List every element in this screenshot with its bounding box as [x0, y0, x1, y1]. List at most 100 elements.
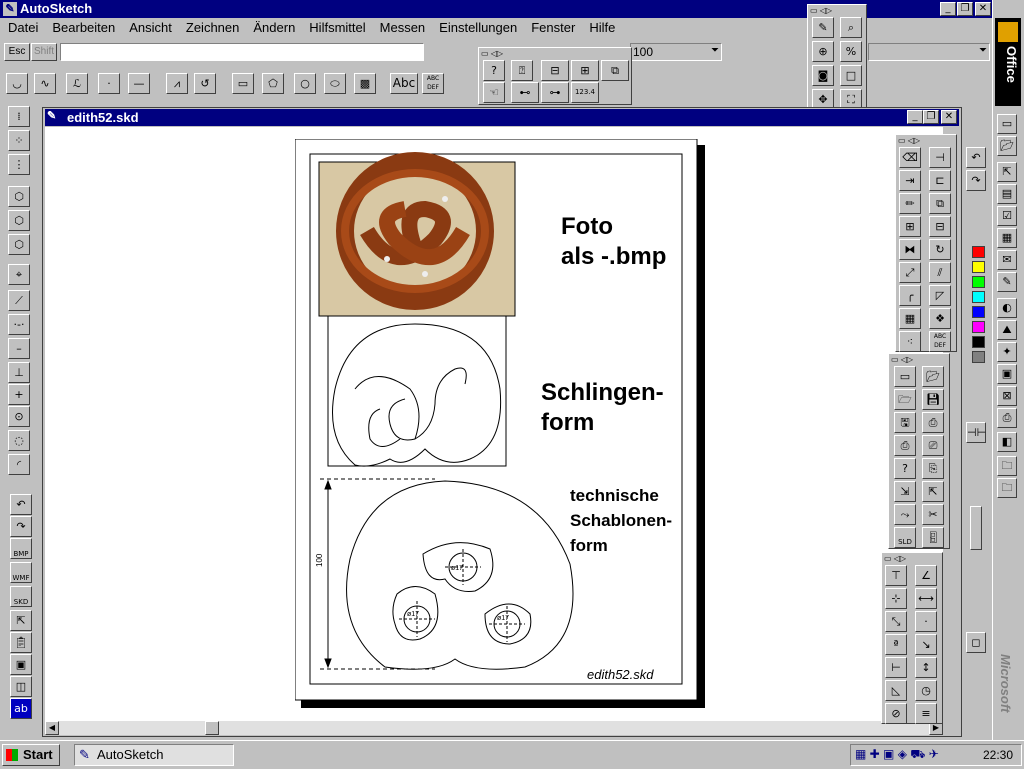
snap-mid-icon[interactable]: ·-·: [8, 314, 30, 335]
color-magenta-swatch[interactable]: [972, 321, 985, 333]
shift-button[interactable]: Shift: [31, 43, 57, 61]
zoom-in-icon[interactable]: ⊕: [812, 41, 834, 62]
text-tool-icon[interactable]: Abc: [390, 73, 418, 94]
dim-m-icon[interactable]: ⊘: [885, 703, 907, 724]
page-icon[interactable]: □: [840, 65, 862, 86]
split-icon[interactable]: ⊣⊢: [966, 422, 986, 443]
menu-bearbeiten[interactable]: Bearbeiten: [52, 18, 115, 38]
measure-a-icon[interactable]: ⊷: [511, 82, 539, 103]
dim-g-icon[interactable]: ª: [885, 634, 907, 655]
doc-close-button[interactable]: ✕: [941, 110, 957, 124]
zoom-toolbar-grip[interactable]: ▭ ◁▷: [810, 6, 864, 15]
view-icon[interactable]: ◙: [812, 65, 834, 86]
menu-messen[interactable]: Messen: [380, 18, 426, 38]
ortho-icon[interactable]: ⋮: [8, 154, 30, 175]
dim-i-icon[interactable]: ⊢: [885, 657, 907, 678]
snap-end-icon[interactable]: –: [8, 338, 30, 359]
break-icon[interactable]: ⊣: [929, 147, 951, 168]
point-tool-icon[interactable]: ·: [98, 73, 120, 94]
tray-icons[interactable]: ▦ ✚ ▣ ◈ ⛟ ✈: [855, 747, 939, 763]
print-icon[interactable]: ⎙: [894, 435, 916, 456]
dim-l-icon[interactable]: ◷: [915, 680, 937, 701]
color-blue-swatch[interactable]: [972, 306, 985, 318]
office-btn-10-icon[interactable]: ⛰: [997, 320, 1017, 340]
zoom-field[interactable]: 100 ⏷: [630, 43, 722, 61]
number-icon[interactable]: 123.4: [571, 82, 599, 103]
color-red-swatch[interactable]: [972, 246, 985, 258]
horizontal-scrollbar[interactable]: ◀ ▶: [45, 721, 943, 735]
pan-pencil-icon[interactable]: ✎: [812, 17, 834, 38]
dimension-palette-grip[interactable]: ▭ ◁▷: [884, 554, 940, 563]
textblock-tool-icon[interactable]: ABC DEF: [422, 73, 444, 94]
office-btn-12-icon[interactable]: ▣: [997, 364, 1017, 384]
folder-move-icon[interactable]: ⤳: [894, 504, 916, 525]
rectangle-tool-icon[interactable]: ▭: [232, 73, 254, 94]
grid-icon[interactable]: ⁞: [8, 106, 30, 127]
move-icon[interactable]: ✏: [899, 193, 921, 214]
save-as-icon[interactable]: 🖫︎: [894, 412, 916, 433]
new-file-icon[interactable]: ▭: [894, 366, 916, 387]
hand-icon[interactable]: ☜: [483, 82, 505, 103]
polygon-tool-icon[interactable]: ⬠: [262, 73, 284, 94]
info-icon[interactable]: ?: [894, 458, 916, 479]
office-btn-9-icon[interactable]: ◐: [997, 298, 1017, 318]
cube-c-icon[interactable]: ⬡: [8, 234, 30, 255]
taskbar-task-autosketch[interactable]: ✎ AutoSketch: [74, 744, 234, 766]
doc-restore-button[interactable]: ❐: [923, 110, 939, 124]
export-icon[interactable]: ⇱: [922, 481, 944, 502]
clipboard-icon[interactable]: 📋︎: [10, 632, 32, 653]
right-redo-icon[interactable]: ↷: [966, 170, 986, 191]
menu-hilfsmittel[interactable]: Hilfsmittel: [309, 18, 365, 38]
office-btn-13-icon[interactable]: ⊠: [997, 386, 1017, 406]
scroll-thumb[interactable]: [205, 721, 219, 735]
color-green-swatch[interactable]: [972, 276, 985, 288]
office-btn-8-icon[interactable]: ✎: [997, 272, 1017, 292]
drawing-canvas[interactable]: 100 ø17 ø17 ø17 Foto als -.bmp Schlingen…: [45, 127, 943, 721]
text-edit-icon[interactable]: ABC DEF: [929, 331, 951, 352]
ellipse-tool-icon[interactable]: ⬭: [324, 73, 346, 94]
snap-intersect-icon[interactable]: +: [8, 384, 30, 405]
layer-field[interactable]: ⏷: [868, 43, 990, 61]
scale-icon[interactable]: ⤢: [899, 262, 921, 283]
esc-button[interactable]: Esc: [4, 43, 30, 61]
copy-icon[interactable]: ⧉: [929, 193, 951, 214]
trim-icon[interactable]: ⊏: [929, 170, 951, 191]
app-icon[interactable]: ✎: [3, 2, 17, 16]
print-setup-icon[interactable]: ⎙: [922, 412, 944, 433]
array-icon[interactable]: ⊞: [899, 216, 921, 237]
context-help-icon[interactable]: ⍰: [511, 60, 533, 81]
help-icon[interactable]: ?: [483, 60, 505, 81]
open-folder-icon[interactable]: 🗁︎: [894, 389, 916, 410]
office-btn-5-icon[interactable]: ☑: [997, 206, 1017, 226]
dim-e-icon[interactable]: ⤡: [885, 611, 907, 632]
extend-icon[interactable]: ⇥: [899, 170, 921, 191]
right-aux-icon[interactable]: ◻: [966, 632, 986, 653]
circle-tool-icon[interactable]: ○: [294, 73, 316, 94]
office-btn-6-icon[interactable]: ▦: [997, 228, 1017, 248]
print-preview-icon[interactable]: ⎘: [922, 458, 944, 479]
menu-fenster[interactable]: Fenster: [531, 18, 575, 38]
save-icon[interactable]: 💾︎: [922, 389, 944, 410]
plot-icon[interactable]: ⎚: [922, 435, 944, 456]
object-b-icon[interactable]: ◫: [10, 676, 32, 697]
cube-a-icon[interactable]: ⬡: [8, 186, 30, 207]
pattern-icon[interactable]: ▦: [899, 308, 921, 329]
menu-datei[interactable]: Datei: [8, 18, 38, 38]
menu-zeichnen[interactable]: Zeichnen: [186, 18, 239, 38]
chamfer-icon[interactable]: ◸: [929, 285, 951, 306]
hatch-tool-icon[interactable]: ▩: [354, 73, 376, 94]
office-btn-14-icon[interactable]: ⎙: [997, 408, 1017, 428]
color-gray-swatch[interactable]: [972, 351, 985, 363]
polyline-tool-icon[interactable]: ⩘: [166, 73, 188, 94]
office-logo-icon[interactable]: [998, 22, 1018, 42]
right-slider-thumb[interactable]: [970, 506, 982, 550]
snap-tangent-icon[interactable]: ◜: [8, 454, 30, 475]
menu-einstellungen[interactable]: Einstellungen: [439, 18, 517, 38]
dim-c-icon[interactable]: ⊹: [885, 588, 907, 609]
paste-link-icon[interactable]: ⇱: [10, 610, 32, 631]
zoom-dropdown-icon[interactable]: ⏷: [711, 45, 719, 56]
dim-a-icon[interactable]: ⊤: [885, 565, 907, 586]
cut-icon[interactable]: ✂: [922, 504, 944, 525]
color-yellow-swatch[interactable]: [972, 261, 985, 273]
points-icon[interactable]: ⁖: [899, 331, 921, 352]
